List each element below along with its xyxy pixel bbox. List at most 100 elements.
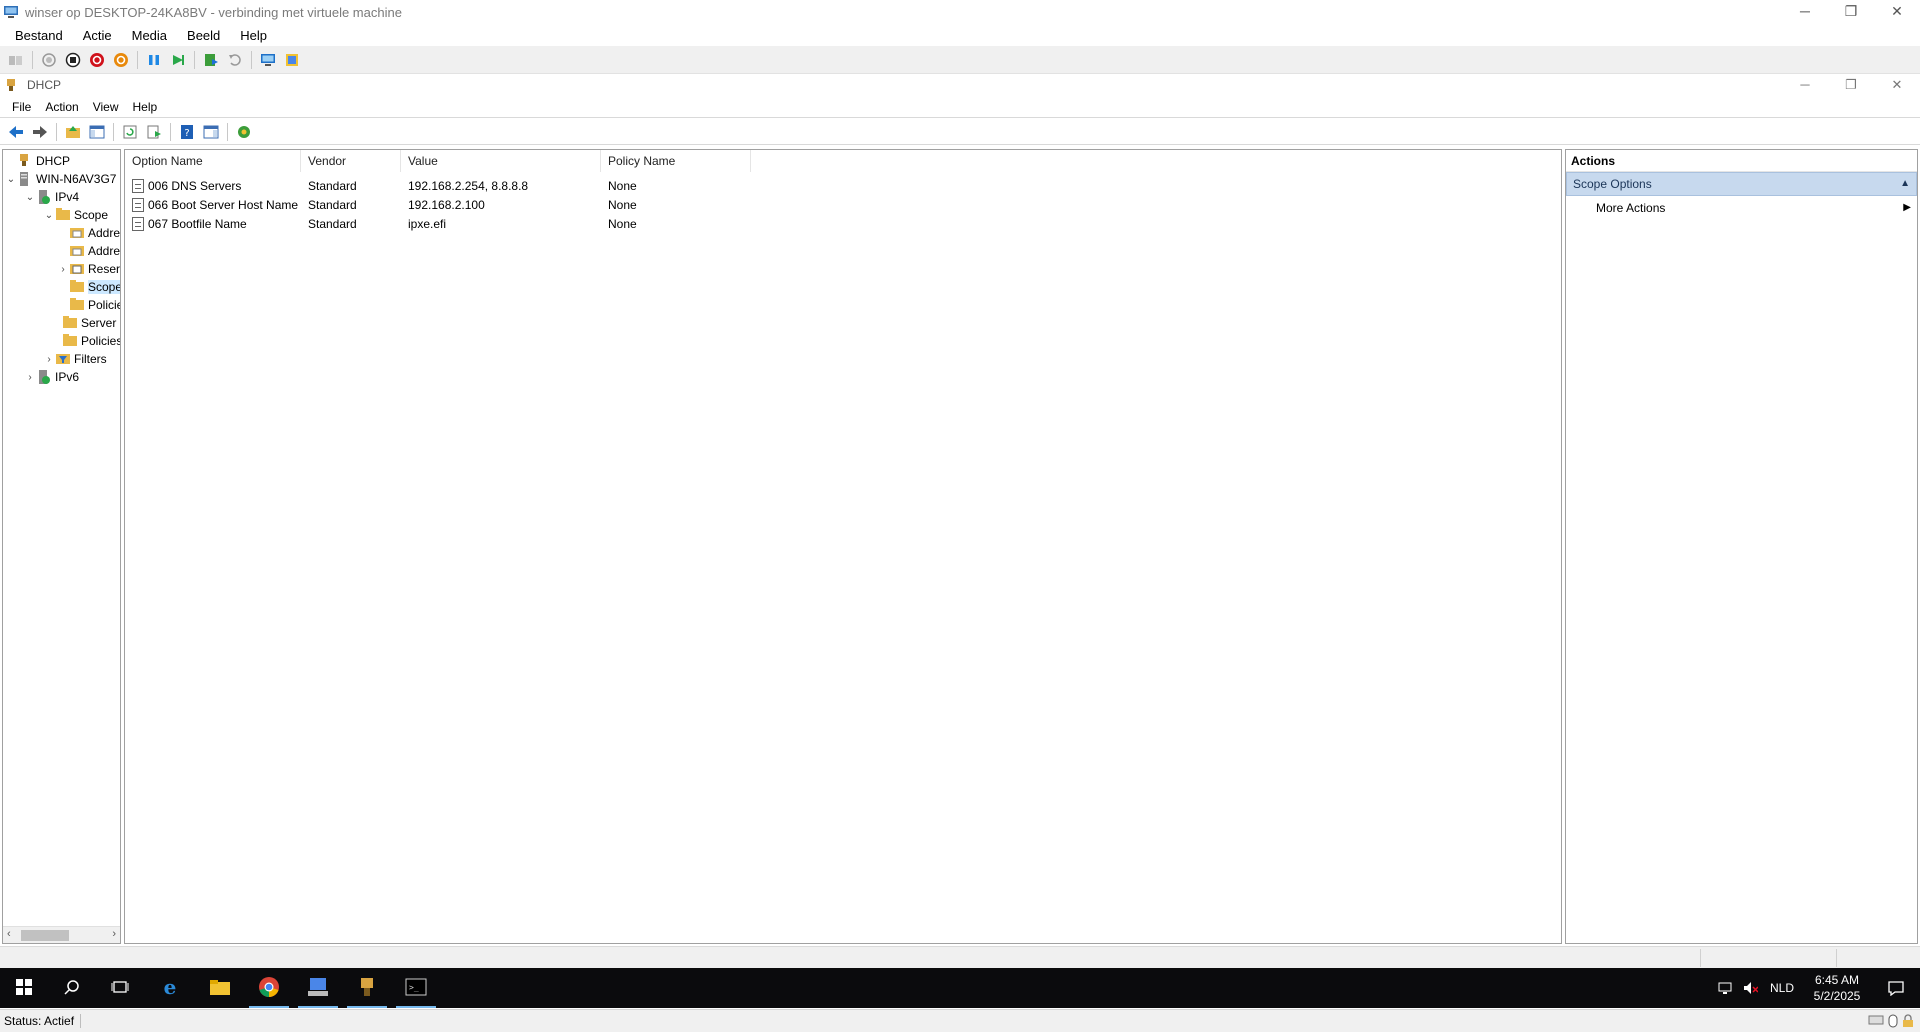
tree-item-scope[interactable]: ⌄ Scope <box>43 206 108 224</box>
mmc-close-button[interactable]: ✕ <box>1874 74 1920 96</box>
table-row[interactable]: 067 Bootfile Name Standard ipxe.efi None <box>125 214 751 233</box>
option-name-cell: 067 Bootfile Name <box>148 216 247 231</box>
tree-item-ipv4[interactable]: ⌄ IPv4 <box>24 188 79 206</box>
ctrl-alt-del-icon[interactable] <box>8 52 24 68</box>
more-actions-item[interactable]: More Actions ▶ <box>1566 196 1917 220</box>
tree-item-address-pool[interactable]: Address Pool <box>69 224 120 242</box>
resume-icon[interactable] <box>170 52 186 68</box>
column-option-name[interactable]: Option Name <box>125 150 301 172</box>
table-row[interactable]: 066 Boot Server Host Name Standard 192.1… <box>125 195 751 214</box>
scroll-right-arrow-icon[interactable]: › <box>112 928 116 940</box>
menu-actie[interactable]: Actie <box>76 28 125 43</box>
tree-item-address-leases[interactable]: Address Leases <box>69 242 120 260</box>
menu-view[interactable]: View <box>87 100 127 114</box>
tree-item-server-options[interactable]: Server Options <box>62 314 120 332</box>
menu-help[interactable]: Help <box>233 28 280 43</box>
tree-item-scope-options[interactable]: Scope Options <box>69 278 120 296</box>
taskbar-internet-explorer[interactable]: e <box>146 968 194 1008</box>
pause-icon[interactable] <box>146 52 162 68</box>
forward-icon[interactable] <box>32 124 48 140</box>
console-tree[interactable]: DHCP ⌄ WIN-N6AV3G7 ⌄ IPv4 ⌄ Scope Addres… <box>2 149 121 944</box>
tree-item-reservations[interactable]: › Reservations <box>57 260 120 278</box>
scroll-left-arrow-icon[interactable]: ‹ <box>7 928 11 940</box>
chevron-right-icon[interactable]: › <box>57 264 69 275</box>
show-hide-action-pane-icon[interactable] <box>203 124 219 140</box>
share-icon[interactable] <box>284 52 300 68</box>
taskbar-command-prompt[interactable]: >_ <box>392 968 440 1008</box>
column-vendor[interactable]: Vendor <box>301 150 401 172</box>
actions-section-label: Scope Options <box>1573 177 1652 191</box>
actions-section-scope-options[interactable]: Scope Options ▲ <box>1566 172 1917 196</box>
close-button[interactable]: ✕ <box>1874 0 1920 24</box>
chevron-down-icon[interactable]: ⌄ <box>43 210 55 221</box>
column-value[interactable]: Value <box>401 150 601 172</box>
taskbar-chrome[interactable] <box>245 968 293 1008</box>
turn-off-icon[interactable] <box>65 52 81 68</box>
mmc-restore-button[interactable]: ❐ <box>1828 74 1874 96</box>
menu-bestand[interactable]: Bestand <box>8 28 76 43</box>
keyboard-icon <box>1868 1014 1884 1031</box>
tree-item-server[interactable]: ⌄ WIN-N6AV3G7 <box>5 170 116 188</box>
refresh-icon[interactable] <box>122 124 138 140</box>
notification-icon[interactable] <box>1876 980 1916 996</box>
search-icon <box>64 979 80 998</box>
table-row[interactable]: 006 DNS Servers Standard 192.168.2.254, … <box>125 176 751 195</box>
taskbar-file-explorer[interactable] <box>196 968 244 1008</box>
shutdown-icon[interactable] <box>89 52 105 68</box>
tree-item-scope-policies[interactable]: Policies <box>69 296 120 314</box>
tree-horizontal-scrollbar[interactable]: ‹ › <box>3 926 120 943</box>
tree-item-dhcp[interactable]: DHCP <box>5 152 70 170</box>
ipv6-icon <box>36 369 52 385</box>
up-folder-icon[interactable] <box>65 124 81 140</box>
system-tray: NLD 6:45 AM 5/2/2025 <box>1714 968 1920 1008</box>
volume-muted-icon[interactable] <box>1742 980 1758 996</box>
start-button[interactable] <box>0 968 48 1008</box>
chevron-right-icon[interactable]: › <box>43 354 55 365</box>
restore-button[interactable]: ❐ <box>1828 0 1874 24</box>
tree-item-filters[interactable]: › Filters <box>43 350 106 368</box>
tree-item-ipv6[interactable]: › IPv6 <box>24 368 79 386</box>
checkpoint-icon[interactable] <box>203 52 219 68</box>
menu-help-mmc[interactable]: Help <box>127 100 166 114</box>
taskbar-dhcp[interactable] <box>343 968 391 1008</box>
input-language[interactable]: NLD <box>1762 981 1802 995</box>
minimize-button[interactable]: ─ <box>1782 0 1828 24</box>
save-state-icon[interactable] <box>113 52 129 68</box>
menu-action[interactable]: Action <box>39 100 86 114</box>
task-view-button[interactable] <box>96 968 144 1008</box>
server-manager-icon <box>307 976 329 1001</box>
list-header: Option Name Vendor Value Policy Name <box>125 150 751 172</box>
chevron-right-icon[interactable]: › <box>24 372 36 383</box>
reservations-icon <box>69 261 85 277</box>
help-icon[interactable]: ? <box>179 124 195 140</box>
show-hide-tree-icon[interactable] <box>89 124 105 140</box>
chevron-down-icon[interactable]: ⌄ <box>24 192 36 203</box>
dhcp-root-icon <box>17 153 33 169</box>
menu-media[interactable]: Media <box>125 28 180 43</box>
revert-icon[interactable] <box>227 52 243 68</box>
network-icon[interactable] <box>1718 980 1734 996</box>
internet-explorer-icon: e <box>159 975 181 1001</box>
column-policy-name[interactable]: Policy Name <box>601 150 751 172</box>
chevron-down-icon[interactable]: ⌄ <box>5 174 17 185</box>
tree-item-policies[interactable]: Policies <box>62 332 120 350</box>
menu-file[interactable]: File <box>6 100 39 114</box>
lock-icon <box>1902 1014 1914 1031</box>
back-icon[interactable] <box>8 124 24 140</box>
enhanced-session-icon[interactable] <box>260 52 276 68</box>
more-actions-label: More Actions <box>1596 201 1666 215</box>
task-view-icon <box>111 979 129 998</box>
export-list-icon[interactable] <box>146 124 162 140</box>
value-cell: 192.168.2.100 <box>408 197 485 212</box>
scrollbar-thumb[interactable] <box>21 930 69 941</box>
taskbar-server-manager[interactable] <box>294 968 342 1008</box>
search-button[interactable] <box>48 968 96 1008</box>
clock-date: 5/2/2025 <box>1813 989 1861 1003</box>
clock[interactable]: 6:45 AM 5/2/2025 <box>1802 972 1872 1004</box>
menu-beeld[interactable]: Beeld <box>180 28 233 43</box>
dhcp-tool-icon[interactable] <box>236 124 252 140</box>
mmc-menu-bar: File Action View Help <box>0 96 1920 118</box>
collapse-up-icon[interactable]: ▲ <box>1900 173 1910 195</box>
mmc-minimize-button[interactable]: ─ <box>1782 74 1828 96</box>
start-icon[interactable] <box>41 52 57 68</box>
